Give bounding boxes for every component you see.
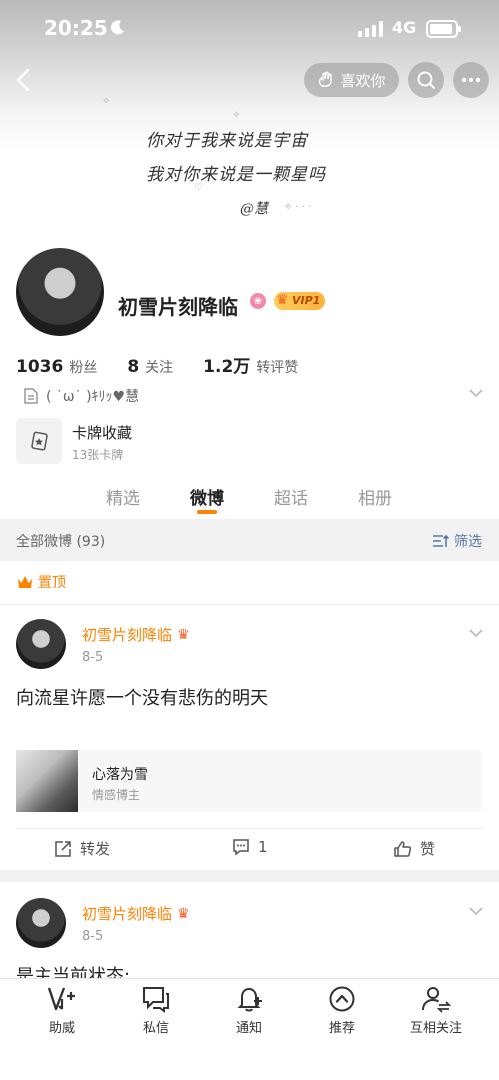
post-separator [0,870,499,882]
crown-icon [18,576,32,588]
filter-label: 筛选 [454,534,482,550]
crown-icon: ♛ [177,905,190,922]
followers-label[interactable]: 粉丝 [69,357,97,377]
following-label[interactable]: 关注 [145,357,173,377]
nav-mutual-follow[interactable]: 互相关注 [396,985,476,1036]
hand-heart-icon [319,71,333,87]
card-collection-title[interactable]: 卡牌收藏 [72,422,132,443]
pinned-text: 置顶 [38,575,66,591]
sparkle-icon: ✧ · · · [284,202,312,213]
nav-cheer-label: 助威 [48,1021,75,1036]
nav-recommend[interactable]: 推荐 [302,985,382,1036]
filter-button[interactable]: 筛选 [432,531,482,551]
more-button[interactable] [453,62,489,98]
recommend-icon [329,986,355,1012]
post-text: 向流星许愿一个没有悲伤的明天 [16,688,268,709]
post-date: 8-5 [82,650,104,665]
repost-icon [55,840,71,857]
repost-label: 转发 [80,840,111,858]
share-subtitle: 情感博主 [92,788,141,802]
thumbs-up-icon [394,840,412,857]
nav-mutual-follow-label: 互相关注 [409,1021,462,1036]
cover-quote-line-1: 你对于我来说是宇宙 [146,131,308,151]
signal-icon [358,21,383,37]
nav-recommend-label: 推荐 [328,1021,355,1036]
nav-messages-label: 私信 [142,1021,169,1036]
like-label: 赞 [420,840,436,858]
fan-badge-icon[interactable]: ❀ [250,293,266,309]
profile-bio[interactable]: ( ˙ω˙ )ｷﾘｯ♥慧 [24,386,139,406]
chevron-down-icon[interactable] [468,388,484,398]
bell-icon [237,987,262,1012]
sparkle-icon: ✧ [232,110,241,121]
active-tab-indicator [197,510,217,514]
card-icon [31,431,48,451]
pinned-label: 置顶 [16,572,66,592]
tab-featured[interactable]: 精选 [106,484,140,509]
cheer-icon [47,987,75,1011]
followers-count[interactable]: 1036 [16,357,63,377]
nav-cheer[interactable]: 助威 [22,985,102,1036]
post-avatar[interactable] [16,619,66,669]
cover-signature: @慧 [240,201,268,217]
chevron-down-icon[interactable] [468,906,484,916]
comment-icon [233,839,249,856]
search-icon [417,71,435,89]
share-card[interactable] [16,750,482,812]
status-time: 20:25 [44,16,108,40]
share-title: 心落为雪 [92,767,148,783]
post-author[interactable]: 初雪片刻降临 [82,624,172,645]
comment-button[interactable]: 1 [232,838,268,856]
profile-stats: 1036 粉丝 8 关注 1.2万 转评赞 [16,352,298,377]
nav-messages[interactable]: 私信 [116,985,196,1036]
tab-super-topic[interactable]: 超话 [274,484,308,509]
filter-icon [433,534,450,547]
mutual-follow-icon [422,987,452,1013]
likes-count: 1.2万 [203,357,251,377]
nav-notifications-label: 通知 [235,1021,262,1036]
post-author-row: 初雪片刻降临 ♛ [82,903,190,924]
like-you-label: 喜欢你 [340,71,386,90]
post-author-row: 初雪片刻降临 ♛ [82,624,190,645]
post-avatar[interactable] [16,898,66,948]
network-type: 4G [392,18,417,37]
more-icon [461,77,481,83]
repost-button[interactable]: 转发 [54,838,110,859]
card-collection-subtitle: 13张卡牌 [72,448,124,462]
comment-count: 1 [258,838,268,856]
message-icon [143,987,169,1013]
cover-quote-line-2: 我对你来说是一颗星吗 [146,165,326,185]
post-date: 8-5 [82,929,104,944]
likes-label: 转评赞 [256,360,299,376]
battery-icon [426,20,461,38]
profile-avatar[interactable] [16,248,104,336]
profile-name: 初雪片刻降临 [118,295,238,319]
document-icon [24,388,38,404]
crown-icon: ♛ [276,292,289,308]
chevron-down-icon[interactable] [468,628,484,638]
search-button[interactable] [408,62,444,98]
moon-icon [111,20,124,35]
bio-text: ( ˙ω˙ )ｷﾘｯ♥慧 [46,389,140,405]
back-icon[interactable] [10,64,34,96]
crown-icon: ♛ [177,626,190,643]
share-thumbnail [16,750,78,812]
following-count[interactable]: 8 [127,357,139,377]
divider [16,828,483,829]
like-button[interactable]: 赞 [394,838,435,859]
card-collection-icon[interactable] [16,418,62,464]
all-posts-count: 全部微博 (93) [16,534,106,550]
post-author[interactable]: 初雪片刻降临 [82,903,172,924]
tab-album[interactable]: 相册 [358,484,392,509]
tab-weibo[interactable]: 微博 [190,484,224,509]
sparkle-icon: ♡ [194,182,203,193]
sparkle-icon: ✧ [102,96,111,107]
divider [0,604,499,605]
like-you-button[interactable]: 喜欢你 [304,63,399,97]
nav-notifications[interactable]: 通知 [209,985,289,1036]
